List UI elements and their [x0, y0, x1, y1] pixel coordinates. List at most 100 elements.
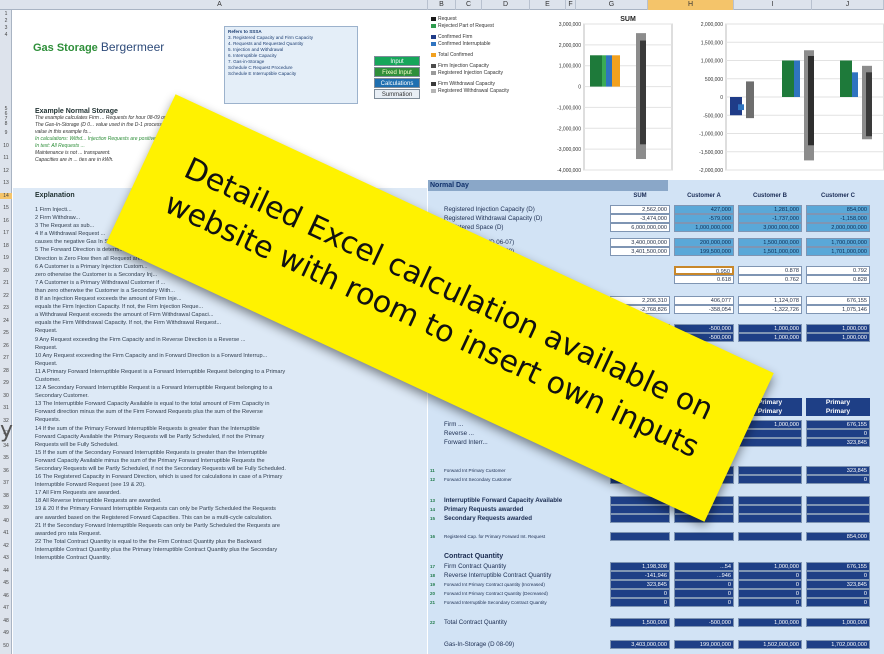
row-number[interactable]: 18 [0, 243, 12, 249]
row-number[interactable]: 26 [0, 343, 12, 349]
cell-c[interactable]: 323,845 [806, 438, 870, 447]
column-header-a[interactable]: A [12, 0, 428, 10]
cell-b[interactable]: 0.878 [738, 266, 802, 275]
cell-c[interactable]: 1,700,000,000 [806, 238, 870, 247]
cell-sum[interactable]: 3,400,000,000 [610, 238, 670, 247]
cell-sum[interactable]: 1,198,308 [610, 562, 670, 571]
cell-a[interactable]: 199,000,000 [674, 640, 734, 649]
cell-a[interactable]: 406,077 [674, 296, 734, 305]
row-number[interactable]: 11 [0, 155, 12, 161]
row-number[interactable]: 48 [0, 618, 12, 624]
row-number[interactable]: 38 [0, 493, 12, 499]
cell-sum[interactable]: 2,562,000 [610, 205, 670, 214]
row-number[interactable]: 49 [0, 630, 12, 636]
cell-c[interactable]: 676,155 [806, 420, 870, 429]
row-number[interactable]: 16 [0, 218, 12, 224]
cell-a[interactable]: -358,054 [674, 305, 734, 314]
cell-c[interactable] [806, 496, 870, 505]
cell-b[interactable]: 1,501,000,000 [738, 247, 802, 256]
cell-c[interactable]: 0 [806, 475, 870, 484]
cell-c[interactable]: 0.828 [806, 275, 870, 284]
cell-b[interactable]: 0.762 [738, 275, 802, 284]
row-number[interactable]: 4 [0, 32, 12, 38]
row-number[interactable]: 25 [0, 330, 12, 336]
cell-b[interactable]: 1,124,078 [738, 296, 802, 305]
column-header-c[interactable]: C [456, 0, 482, 10]
cell-b[interactable]: -1,737,000 [738, 214, 802, 223]
cell-a[interactable]: 1,000,000,000 [674, 223, 734, 232]
cell-b[interactable]: 0 [738, 598, 802, 607]
cell-sum[interactable]: 3,403,000,000 [610, 640, 670, 649]
cell-sum[interactable]: 0 [610, 589, 670, 598]
column-header-j[interactable]: J [812, 0, 884, 10]
row-number[interactable]: 42 [0, 543, 12, 549]
cell-c[interactable]: 0.792 [806, 266, 870, 275]
cell-b[interactable]: 1,000,000 [738, 333, 802, 342]
row-number[interactable]: 9 [0, 130, 12, 136]
row-number[interactable]: 31 [0, 405, 12, 411]
cell-b[interactable] [738, 466, 802, 475]
row-number[interactable]: 29 [0, 380, 12, 386]
cell-a[interactable]: 200,000,000 [674, 238, 734, 247]
row-number[interactable]: 12 [0, 168, 12, 174]
row-number[interactable]: 39 [0, 505, 12, 511]
cell-c[interactable]: 854,000 [806, 205, 870, 214]
row-number[interactable]: 30 [0, 393, 12, 399]
cell-c[interactable]: 0 [806, 429, 870, 438]
row-number[interactable]: 14 [0, 192, 12, 199]
cell-c[interactable]: -1,158,000 [806, 214, 870, 223]
row-number[interactable]: 1 [0, 11, 12, 17]
row-number[interactable]: 19 [0, 255, 12, 261]
column-header-b[interactable]: B [428, 0, 456, 10]
cell-b[interactable] [738, 505, 802, 514]
row-number[interactable]: 44 [0, 568, 12, 574]
cell-a[interactable]: 0 [674, 580, 734, 589]
cell-a[interactable]: 0.618 [674, 275, 734, 284]
row-number[interactable]: 24 [0, 318, 12, 324]
cell-c[interactable]: 1,000,000 [806, 618, 870, 627]
cell-b[interactable]: 1,281,000 [738, 205, 802, 214]
row-number[interactable]: 37 [0, 480, 12, 486]
cell-b[interactable]: 1,000,000 [738, 618, 802, 627]
row-number[interactable]: 10 [0, 143, 12, 149]
row-number[interactable]: 17 [0, 230, 12, 236]
cell-b[interactable]: 1,500,000,000 [738, 238, 802, 247]
cell-sum[interactable]: 3,401,500,000 [610, 247, 670, 256]
cell-sum[interactable]: 0 [610, 598, 670, 607]
cell-sum[interactable]: -141,946 [610, 571, 670, 580]
cell-b[interactable] [738, 475, 802, 484]
cell-sum[interactable] [610, 514, 670, 523]
cell-b[interactable]: -1,322,726 [738, 305, 802, 314]
cell-c[interactable]: 323,845 [806, 466, 870, 475]
cell-a[interactable]: -579,000 [674, 214, 734, 223]
row-number[interactable]: 22 [0, 293, 12, 299]
cell-b[interactable] [738, 532, 802, 541]
column-header-g[interactable]: G [576, 0, 648, 10]
cell-c[interactable]: 1,000,000 [806, 333, 870, 342]
cell-c[interactable]: 1,075,146 [806, 305, 870, 314]
column-header-i[interactable]: I [734, 0, 812, 10]
cell-a[interactable] [674, 532, 734, 541]
cell-b[interactable]: 3,000,000,000 [738, 223, 802, 232]
cell-a[interactable]: 0.950 [674, 266, 734, 275]
cell-b[interactable] [738, 514, 802, 523]
row-number[interactable]: 23 [0, 305, 12, 311]
cell-b[interactable]: 1,000,000 [738, 562, 802, 571]
row-number[interactable]: 15 [0, 205, 12, 211]
row-number[interactable]: 3 [0, 25, 12, 31]
cell-a[interactable]: ...946 [674, 571, 734, 580]
cell-c[interactable]: 323,845 [806, 580, 870, 589]
cell-a[interactable]: 427,000 [674, 205, 734, 214]
row-number[interactable]: 50 [0, 643, 12, 649]
row-number[interactable]: 43 [0, 555, 12, 561]
cell-c[interactable]: 676,155 [806, 296, 870, 305]
cell-c[interactable]: 1,000,000 [806, 324, 870, 333]
column-header-d[interactable]: D [482, 0, 530, 10]
cell-a[interactable]: 0 [674, 598, 734, 607]
row-number[interactable]: 47 [0, 605, 12, 611]
row-number[interactable]: 21 [0, 280, 12, 286]
cell-sum[interactable]: 1,500,000 [610, 618, 670, 627]
cell-c[interactable]: 676,155 [806, 562, 870, 571]
row-number[interactable]: 45 [0, 580, 12, 586]
cell-sum[interactable] [610, 505, 670, 514]
